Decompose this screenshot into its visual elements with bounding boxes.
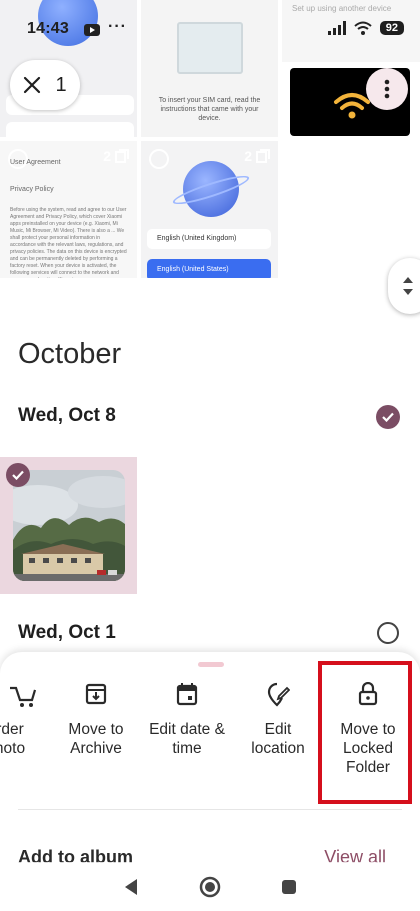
photo-tile-setup-another[interactable]: Set up using another device (282, 0, 420, 62)
calendar-icon (176, 683, 198, 706)
action-label: Edit date & (149, 721, 225, 738)
cart-icon (10, 686, 36, 707)
photo-tile-sim[interactable]: To insert your SIM card, read the instru… (141, 0, 278, 137)
system-nav-bar (0, 862, 420, 911)
lang-option-uk: English (United Kingdom) (147, 229, 271, 249)
day-select-checkbox[interactable] (376, 405, 400, 429)
sheet-grabber[interactable] (198, 662, 224, 667)
home-icon[interactable] (199, 876, 221, 898)
move-to-archive-action[interactable]: Move to Archive (56, 682, 136, 758)
action-label: time (172, 740, 202, 757)
month-heading: October (18, 338, 122, 370)
action-label: location (251, 740, 305, 757)
check-icon (382, 412, 394, 422)
building-photo-image (13, 470, 125, 581)
doc-subtitle: Privacy Policy (10, 186, 54, 193)
archive-icon (85, 683, 107, 705)
photo-tile-language[interactable]: 2 English (United Kingdom) English (Unit… (141, 141, 278, 278)
tile-count: 2 (244, 148, 252, 164)
check-icon (12, 470, 24, 480)
up-down-arrows-icon (403, 277, 413, 295)
location-edit-icon (267, 682, 290, 707)
photo-select-checkbox[interactable] (6, 463, 30, 487)
more-options-button[interactable] (366, 68, 408, 110)
lang-option-us: English (United States) (147, 259, 271, 278)
highlight-box (318, 661, 412, 804)
day-label: Wed, Oct 8 (18, 405, 116, 426)
sheet-divider (18, 809, 402, 810)
day-select-checkbox[interactable] (377, 622, 399, 644)
edit-date-time-action[interactable]: Edit date & time (142, 682, 232, 758)
doc-title: User Agreement (10, 159, 61, 166)
action-label: Edit (264, 721, 292, 738)
close-icon[interactable] (23, 76, 41, 94)
action-label: rder (0, 721, 24, 738)
planet-graphic (38, 0, 98, 46)
selection-count: 1 (55, 73, 67, 96)
order-photo-action[interactable]: rder hoto (0, 682, 50, 758)
tile-count-badge: 2 (244, 148, 270, 164)
back-icon[interactable] (123, 878, 139, 896)
tile-select-circle[interactable] (149, 149, 169, 169)
action-label: Move to (68, 721, 124, 738)
photo-tile-user-agreement[interactable]: 2 User Agreement Privacy Policy Before u… (0, 141, 137, 278)
action-label: hoto (0, 740, 26, 757)
recents-icon[interactable] (281, 879, 297, 895)
setting-row (6, 122, 134, 137)
sim-card-graphic (177, 22, 243, 74)
more-vert-icon (384, 79, 390, 99)
edit-location-action[interactable]: Edit location (238, 682, 318, 758)
doc-body-text: Before using the system, read and agree … (10, 207, 127, 278)
selected-photo-tile[interactable] (0, 457, 137, 594)
selection-chip: 1 (10, 60, 80, 110)
fast-scroll-handle[interactable] (388, 258, 420, 314)
day-label: Wed, Oct 1 (18, 622, 116, 643)
sim-instructions-text: To insert your SIM card, read the instru… (158, 97, 261, 122)
stack-icon (256, 149, 270, 163)
action-label: Archive (70, 740, 122, 757)
setup-another-text: Set up using another device (292, 4, 392, 13)
building-photo (13, 470, 125, 581)
